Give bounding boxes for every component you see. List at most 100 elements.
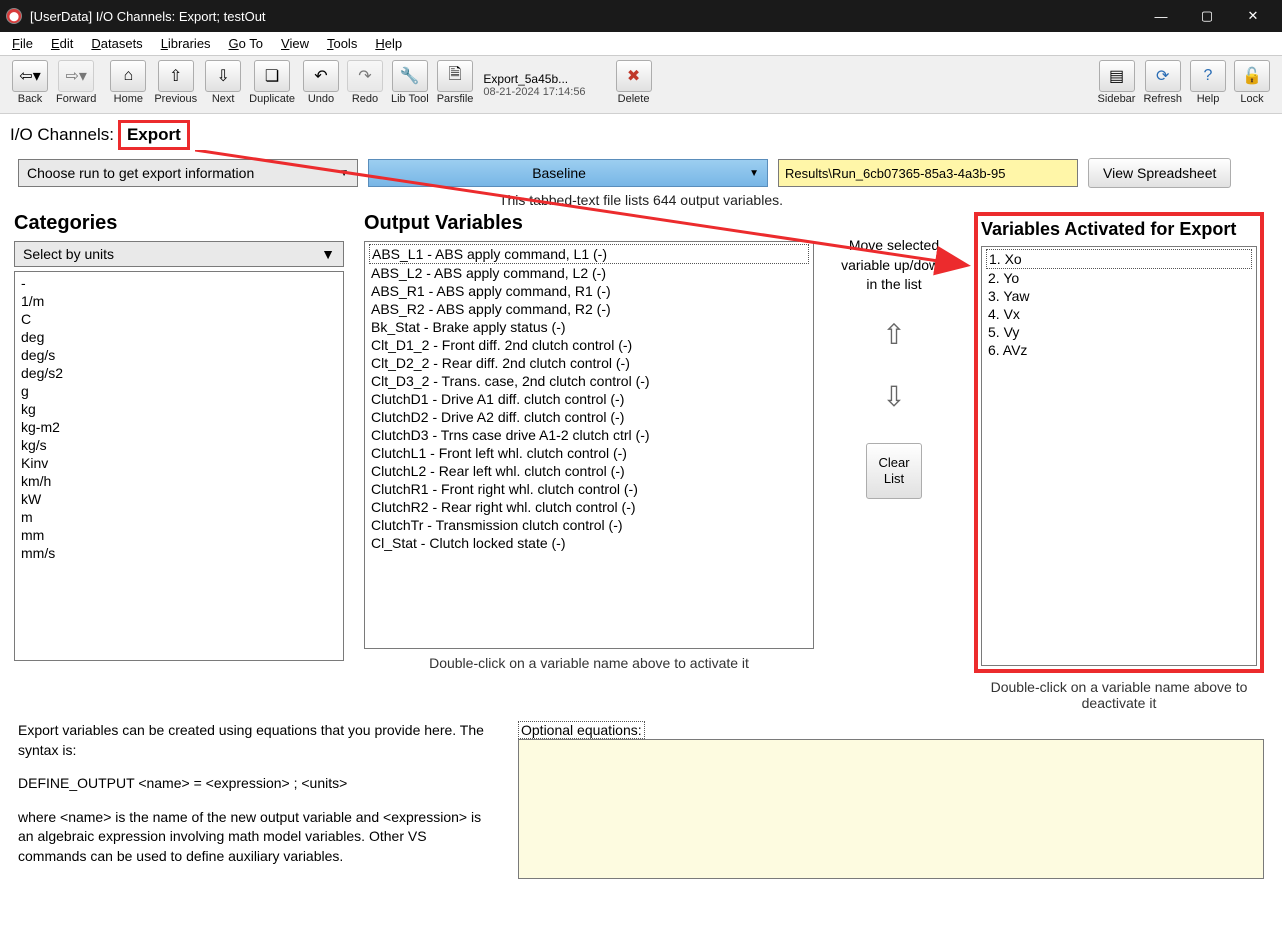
maximize-button[interactable]: ▢ (1184, 0, 1230, 32)
home-button[interactable]: ⌂Home (106, 58, 150, 111)
libtool-button[interactable]: 🔧Lib Tool (387, 58, 433, 111)
tabbed-file-info: This tabbed-text file lists 644 output v… (0, 192, 1282, 208)
list-item[interactable]: ABS_L2 - ABS apply command, L2 (-) (369, 264, 809, 282)
refresh-button[interactable]: ⟳Refresh (1139, 58, 1186, 111)
list-item[interactable]: deg/s (19, 346, 339, 364)
help-icon: ? (1190, 60, 1226, 92)
choose-row: Choose run to get export information ▼ B… (0, 152, 1282, 190)
list-item[interactable]: C (19, 310, 339, 328)
output-listbox[interactable]: ABS_L1 - ABS apply command, L1 (-)ABS_L2… (364, 241, 814, 649)
list-item[interactable]: km/h (19, 472, 339, 490)
list-item[interactable]: 1/m (19, 292, 339, 310)
delete-button[interactable]: ✖Delete (612, 58, 656, 111)
ioc-bar: I/O Channels: Export (0, 114, 1282, 152)
duplicate-button[interactable]: ❏Duplicate (245, 58, 299, 111)
file-info: Export_5a45b... 08-21-2024 17:14:56 (477, 58, 591, 111)
select-by-units-label: Select by units (23, 246, 114, 262)
menu-edit[interactable]: Edit (43, 34, 81, 53)
list-item[interactable]: Bk_Stat - Brake apply status (-) (369, 318, 809, 336)
parsfile-button[interactable]: 🗎Parsfile (433, 58, 478, 111)
list-item[interactable]: deg/s2 (19, 364, 339, 382)
wrench-icon: 🔧 (392, 60, 428, 92)
menubar: File Edit Datasets Libraries Go To View … (0, 32, 1282, 56)
list-item[interactable]: Clt_D2_2 - Rear diff. 2nd clutch control… (369, 354, 809, 372)
equations-textarea[interactable] (518, 739, 1264, 879)
move-up-button[interactable]: ⇧ (872, 313, 916, 357)
equations-area: Optional equations: (518, 721, 1264, 881)
list-item[interactable]: g (19, 382, 339, 400)
list-item[interactable]: Cl_Stat - Clutch locked state (-) (369, 534, 809, 552)
menu-datasets[interactable]: Datasets (83, 34, 150, 53)
list-item[interactable]: kg/s (19, 436, 339, 454)
export-highlight-box: Export (118, 120, 190, 150)
list-item[interactable]: 6. AVz (986, 341, 1252, 359)
list-item[interactable]: m (19, 508, 339, 526)
list-item[interactable]: Clt_D1_2 - Front diff. 2nd clutch contro… (369, 336, 809, 354)
menu-tools[interactable]: Tools (319, 34, 365, 53)
categories-title: Categories (14, 212, 344, 235)
menu-goto[interactable]: Go To (221, 34, 271, 53)
list-item[interactable]: - (19, 274, 339, 292)
list-item[interactable]: mm (19, 526, 339, 544)
list-item[interactable]: mm/s (19, 544, 339, 562)
list-item[interactable]: 4. Vx (986, 305, 1252, 323)
forward-button[interactable]: ⇨▾Forward (52, 58, 100, 111)
list-item[interactable]: 3. Yaw (986, 287, 1252, 305)
menu-file[interactable]: File (4, 34, 41, 53)
clear-list-button[interactable]: Clear List (866, 443, 922, 499)
undo-icon: ↶ (303, 60, 339, 92)
list-item[interactable]: ClutchTr - Transmission clutch control (… (369, 516, 809, 534)
previous-button[interactable]: ⇧Previous (150, 58, 201, 111)
chevron-down-icon: ▼ (749, 168, 759, 179)
menu-help[interactable]: Help (367, 34, 410, 53)
list-item[interactable]: Kinv (19, 454, 339, 472)
close-button[interactable]: ✕ (1230, 0, 1276, 32)
list-item[interactable]: ABS_L1 - ABS apply command, L1 (-) (369, 244, 809, 264)
choose-run-combo[interactable]: Choose run to get export information ▼ (18, 159, 358, 187)
output-title: Output Variables (364, 212, 814, 235)
back-button[interactable]: ⇦▾Back (8, 58, 52, 111)
arrow-down-icon: ⇩ (205, 60, 241, 92)
list-item[interactable]: kg-m2 (19, 418, 339, 436)
baseline-combo[interactable]: Baseline ▼ (368, 159, 768, 187)
explanation-text: Export variables can be created using eq… (18, 721, 488, 881)
activated-listbox[interactable]: 1. Xo2. Yo3. Yaw4. Vx5. Vy6. AVz (981, 246, 1257, 666)
delete-icon: ✖ (616, 60, 652, 92)
list-item[interactable]: ClutchL1 - Front left whl. clutch contro… (369, 444, 809, 462)
explain-p2: DEFINE_OUTPUT <name> = <expression> ; <u… (18, 774, 488, 794)
categories-listbox[interactable]: -1/mCdegdeg/sdeg/s2gkgkg-m2kg/sKinvkm/hk… (14, 271, 344, 661)
list-item[interactable]: ClutchD3 - Trns case drive A1-2 clutch c… (369, 426, 809, 444)
list-item[interactable]: deg (19, 328, 339, 346)
lock-button[interactable]: 🔓Lock (1230, 58, 1274, 111)
window-title: [UserData] I/O Channels: Export; testOut (30, 9, 1138, 24)
activated-highlight-box: Variables Activated for Export 1. Xo2. Y… (974, 212, 1264, 673)
list-item[interactable]: Clt_D3_2 - Trans. case, 2nd clutch contr… (369, 372, 809, 390)
move-down-button[interactable]: ⇩ (872, 375, 916, 419)
list-item[interactable]: ClutchR2 - Rear right whl. clutch contro… (369, 498, 809, 516)
results-path[interactable]: Results\Run_6cb07365-85a3-4a3b-95 (778, 159, 1078, 187)
list-item[interactable]: ClutchD1 - Drive A1 diff. clutch control… (369, 390, 809, 408)
menu-libraries[interactable]: Libraries (153, 34, 219, 53)
list-item[interactable]: ClutchR1 - Front right whl. clutch contr… (369, 480, 809, 498)
sidebar-button[interactable]: ▤Sidebar (1094, 58, 1140, 111)
list-item[interactable]: 1. Xo (986, 249, 1252, 269)
help-button[interactable]: ?Help (1186, 58, 1230, 111)
list-item[interactable]: ClutchD2 - Drive A2 diff. clutch control… (369, 408, 809, 426)
minimize-button[interactable]: — (1138, 0, 1184, 32)
ioc-label: I/O Channels: (6, 121, 118, 149)
list-item[interactable]: kW (19, 490, 339, 508)
list-item[interactable]: ClutchL2 - Rear left whl. clutch control… (369, 462, 809, 480)
list-item[interactable]: kg (19, 400, 339, 418)
undo-button[interactable]: ↶Undo (299, 58, 343, 111)
list-item[interactable]: ABS_R1 - ABS apply command, R1 (-) (369, 282, 809, 300)
refresh-icon: ⟳ (1145, 60, 1181, 92)
view-spreadsheet-button[interactable]: View Spreadsheet (1088, 158, 1231, 188)
redo-button[interactable]: ↷Redo (343, 58, 387, 111)
next-button[interactable]: ⇩Next (201, 58, 245, 111)
select-by-units-combo[interactable]: Select by units ▼ (14, 241, 344, 267)
categories-column: Categories Select by units ▼ -1/mCdegdeg… (14, 212, 344, 711)
menu-view[interactable]: View (273, 34, 317, 53)
list-item[interactable]: 2. Yo (986, 269, 1252, 287)
list-item[interactable]: ABS_R2 - ABS apply command, R2 (-) (369, 300, 809, 318)
list-item[interactable]: 5. Vy (986, 323, 1252, 341)
